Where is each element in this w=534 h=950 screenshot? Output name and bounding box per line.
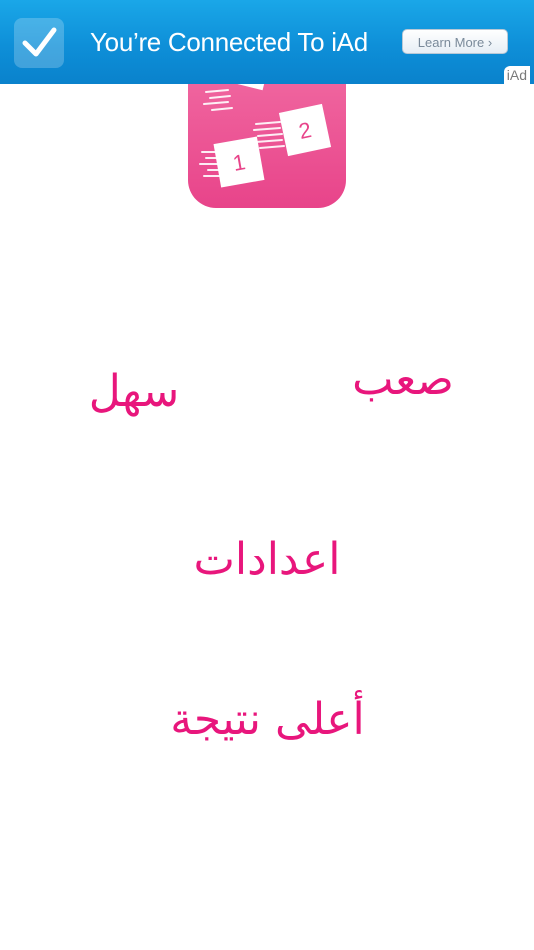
chevron-right-icon: › bbox=[487, 35, 493, 50]
easy-mode-button[interactable]: سهل bbox=[84, 362, 184, 422]
settings-button[interactable]: اعدادات bbox=[182, 530, 352, 590]
ad-headline: You’re Connected To iAd bbox=[90, 27, 368, 57]
high-score-button[interactable]: أعلى نتيجة bbox=[160, 690, 375, 750]
checkmark-icon bbox=[14, 18, 64, 68]
ad-banner[interactable]: You’re Connected To iAd Learn More › iAd bbox=[0, 0, 534, 84]
hard-mode-button[interactable]: صعب bbox=[343, 350, 463, 410]
iad-tag: iAd bbox=[503, 66, 530, 84]
learn-more-label: Learn More bbox=[417, 35, 485, 50]
learn-more-button[interactable]: Learn More › bbox=[402, 29, 508, 54]
